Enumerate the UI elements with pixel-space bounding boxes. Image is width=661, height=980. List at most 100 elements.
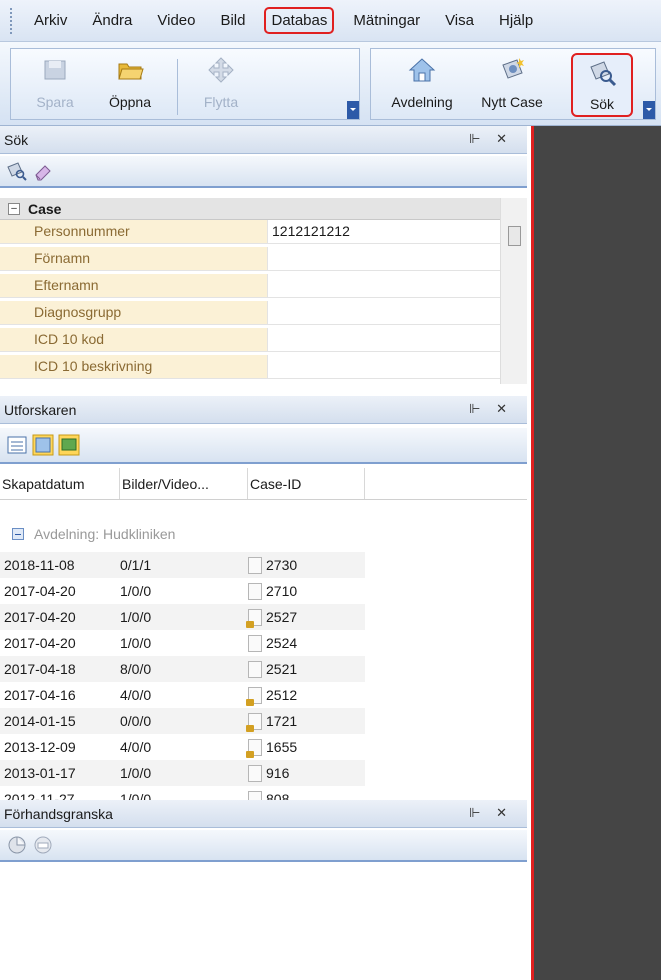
created-date-cell: 2017-04-20 <box>4 609 76 625</box>
field-row: Efternamn <box>0 274 500 298</box>
department-group-row[interactable]: Avdelning: Hudkliniken <box>12 526 175 542</box>
diagnosgrupp-field[interactable] <box>268 301 500 324</box>
case-id-cell: 1655 <box>246 734 365 760</box>
pane-controls[interactable]: ⊩ ✕ <box>469 131 513 147</box>
field-label: ICD 10 beskrivning <box>0 355 268 378</box>
field-label: Förnamn <box>0 247 268 270</box>
case-id-text: 2730 <box>266 557 298 573</box>
search-label: Sök <box>589 96 615 112</box>
pane-controls[interactable]: ⊩ ✕ <box>469 401 513 417</box>
lock-icon <box>246 724 254 732</box>
fornamn-field[interactable] <box>268 247 500 270</box>
pane-controls[interactable]: ⊩ ✕ <box>469 805 513 821</box>
case-id-text: 1721 <box>266 713 298 729</box>
rotate-icon[interactable] <box>6 834 28 856</box>
media-count-cell: 4/0/0 <box>120 739 152 755</box>
open-button[interactable]: Öppna <box>95 53 165 117</box>
table-row[interactable]: 2017-04-20 1/0/0 2527 <box>0 604 365 632</box>
scrollbar-thumb[interactable] <box>508 226 521 246</box>
case-section-header[interactable]: – Case <box>0 198 500 220</box>
eraser-icon[interactable] <box>32 160 54 182</box>
folder-open-icon <box>118 63 144 80</box>
group-overflow-chevron-icon[interactable] <box>347 101 359 119</box>
explorer-pane-toolbar <box>0 428 527 464</box>
case-id-cell: 2527 <box>246 604 365 630</box>
field-label: Efternamn <box>0 274 268 297</box>
created-date-cell: 2017-04-18 <box>4 661 76 677</box>
case-section-label: Case <box>28 200 62 217</box>
menu-visa[interactable]: Visa <box>439 8 480 33</box>
created-date-cell: 2017-04-20 <box>4 583 76 599</box>
collapse-icon[interactable] <box>12 528 24 540</box>
new-case-icon <box>502 58 524 79</box>
personnummer-field[interactable]: 1212121212 <box>268 220 500 243</box>
case-property-grid: – Case Personnummer 1212121212 Förnamn E… <box>0 198 527 384</box>
table-row[interactable]: 2017-04-20 1/0/0 2710 <box>0 578 365 606</box>
open-label: Öppna <box>108 94 152 110</box>
media-count-cell: 0/0/0 <box>120 713 152 729</box>
field-label: ICD 10 kod <box>0 328 268 351</box>
menu-matningar[interactable]: Mätningar <box>347 8 426 33</box>
preview-pane-toolbar <box>0 830 527 862</box>
icd10-code-field[interactable] <box>268 328 500 351</box>
toolbar-separator <box>177 59 178 115</box>
field-row: Diagnosgrupp <box>0 301 500 325</box>
table-row[interactable]: 2017-04-18 8/0/0 2521 <box>0 656 365 684</box>
table-row[interactable]: 2013-12-09 4/0/0 1655 <box>0 734 365 762</box>
table-row[interactable]: 2017-04-16 4/0/0 2512 <box>0 682 365 710</box>
media-count-cell: 1/0/0 <box>120 583 152 599</box>
menu-grip[interactable] <box>10 7 14 34</box>
created-date-cell: 2013-01-17 <box>4 765 76 781</box>
search-run-icon[interactable] <box>6 160 28 182</box>
document-icon <box>248 582 262 600</box>
preview-pane-title-text: Förhandsgranska <box>4 805 113 822</box>
thumbnail-view-icon[interactable] <box>58 434 80 456</box>
search-pane-title: Sök ⊩ ✕ <box>0 126 527 154</box>
property-grid-scrollbar[interactable] <box>500 198 527 384</box>
group-overflow-chevron-icon[interactable] <box>643 101 655 119</box>
document-icon <box>248 764 262 782</box>
column-header-created[interactable]: Skapatdatum <box>0 468 120 499</box>
list-view-icon[interactable] <box>32 434 54 456</box>
table-row[interactable]: 2014-01-15 0/0/0 1721 <box>0 708 365 736</box>
column-header-case-id[interactable]: Case-ID <box>248 468 365 499</box>
table-row[interactable]: 2018-11-08 0/1/1 2730 <box>0 552 365 580</box>
print-icon[interactable] <box>32 834 54 856</box>
field-label: Personnummer <box>0 220 268 243</box>
department-group-label: Avdelning: Hudkliniken <box>34 526 176 542</box>
search-button[interactable]: Sök <box>571 53 633 117</box>
search-icon <box>590 61 617 87</box>
new-case-label: Nytt Case <box>481 94 543 110</box>
menu-bild[interactable]: Bild <box>214 8 251 33</box>
save-icon <box>44 60 66 80</box>
toolbar: Spara Öppna Flytta Avdelning Nytt Case S… <box>0 42 661 126</box>
case-id-cell: 1721 <box>246 708 365 734</box>
locked-document-icon <box>246 608 262 628</box>
table-row[interactable]: 2013-01-17 1/0/0 916 <box>0 760 365 788</box>
menu-video[interactable]: Video <box>151 8 201 33</box>
table-row[interactable]: 2017-04-20 1/0/0 2524 <box>0 630 365 658</box>
workspace-area <box>531 126 661 980</box>
new-case-button[interactable]: Nytt Case <box>469 53 555 117</box>
case-id-text: 2710 <box>266 583 298 599</box>
locked-document-icon <box>246 686 262 706</box>
case-id-text: 2524 <box>266 635 298 651</box>
details-view-icon[interactable] <box>6 434 28 456</box>
move-button[interactable]: Flytta <box>191 53 251 117</box>
department-button[interactable]: Avdelning <box>379 53 465 117</box>
created-date-cell: 2014-01-15 <box>4 713 76 729</box>
efternamn-field[interactable] <box>268 274 500 297</box>
lock-icon <box>246 750 254 758</box>
icd10-description-field[interactable] <box>268 355 500 378</box>
explorer-pane-title-text: Utforskaren <box>4 401 77 418</box>
save-button[interactable]: Spara <box>25 53 85 117</box>
field-row: ICD 10 beskrivning <box>0 355 500 379</box>
menu-andra[interactable]: Ändra <box>86 8 138 33</box>
menu-hjalp[interactable]: Hjälp <box>493 8 539 33</box>
menu-arkiv[interactable]: Arkiv <box>28 8 73 33</box>
column-header-media[interactable]: Bilder/Video... <box>120 468 248 499</box>
case-id-text: 2521 <box>266 661 298 677</box>
collapse-icon[interactable]: – <box>8 202 20 215</box>
menu-databas[interactable]: Databas <box>264 7 335 34</box>
media-count-cell: 1/0/0 <box>120 609 152 625</box>
